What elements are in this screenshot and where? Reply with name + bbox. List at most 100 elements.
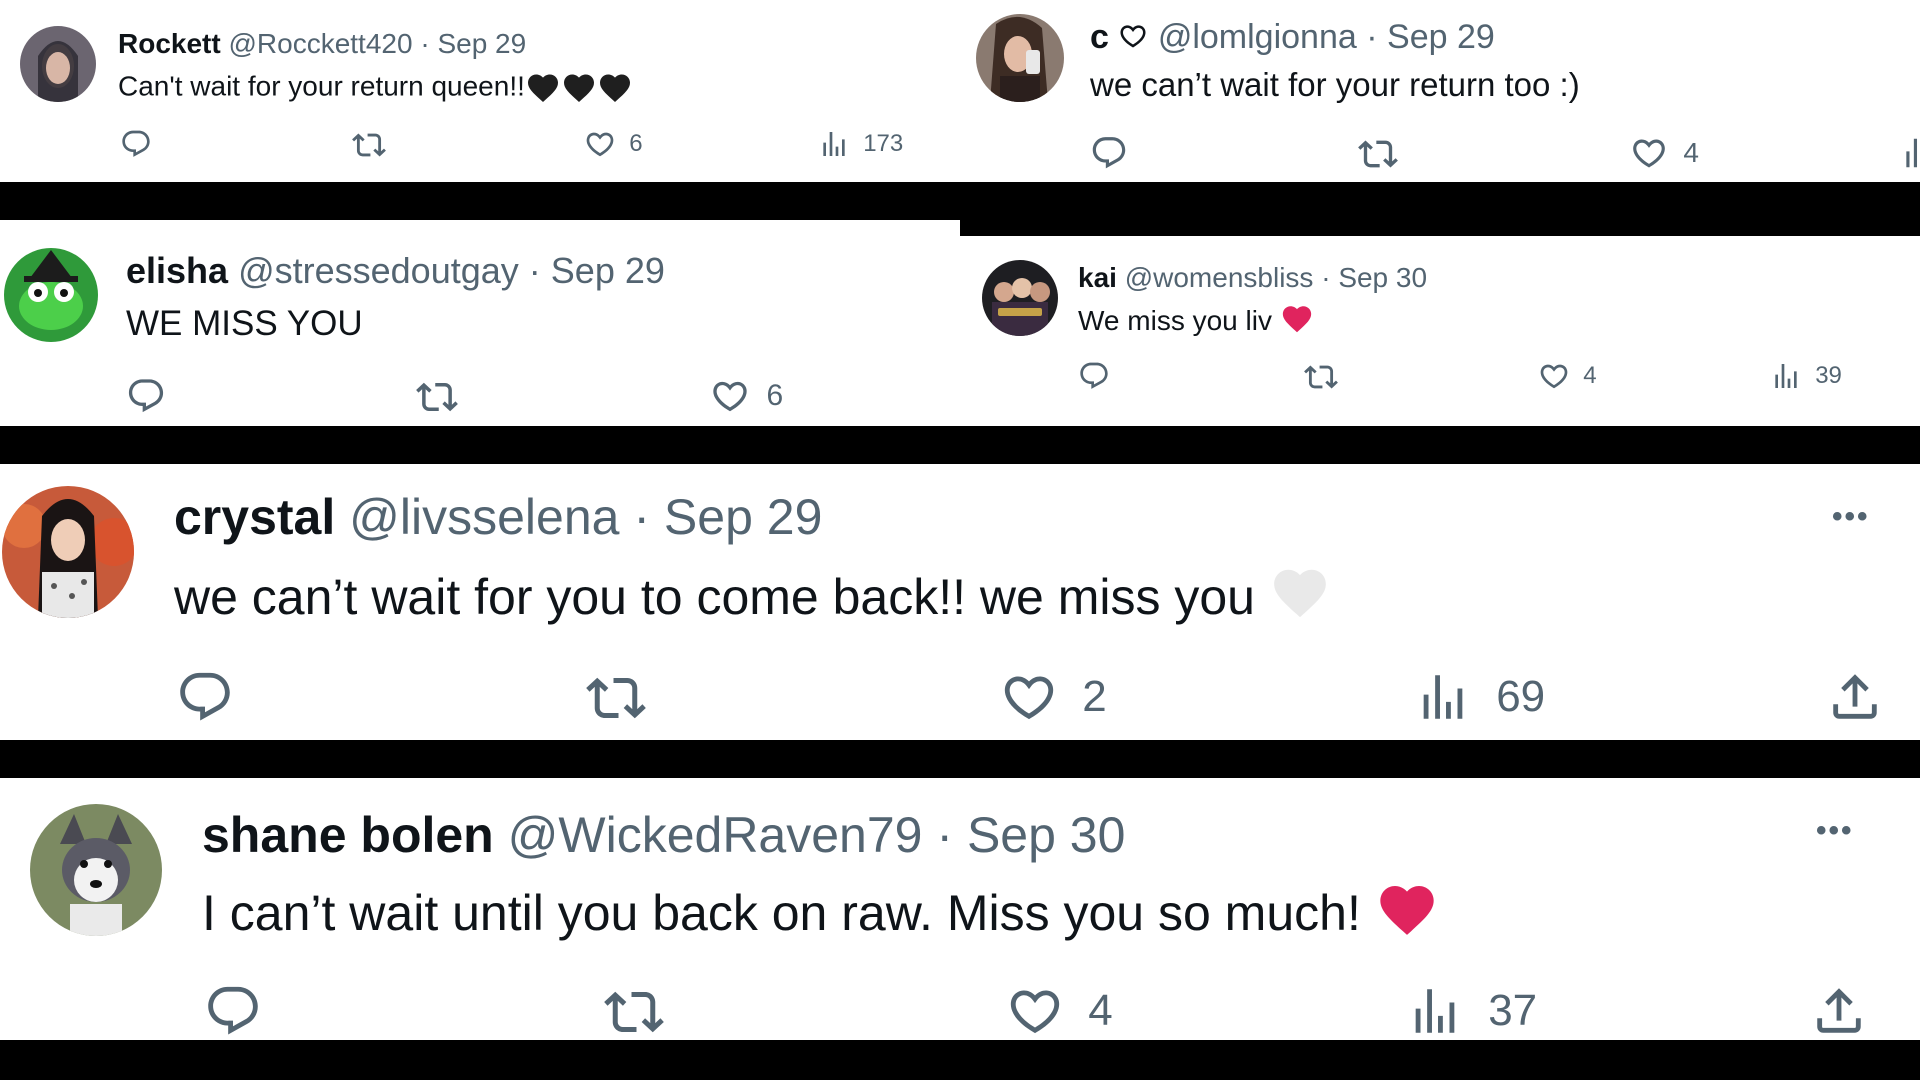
avatar[interactable]	[20, 26, 96, 102]
tweet-card[interactable]: shane bolen @WickedRaven79 · Sep 30 ••• …	[0, 778, 1920, 1040]
black-heart-icon	[561, 70, 597, 106]
retweet-icon	[352, 128, 386, 162]
retweet-button[interactable]	[352, 128, 386, 162]
views-button[interactable]	[1900, 134, 1920, 172]
user-handle[interactable]: @livsselena	[349, 489, 619, 545]
avatar[interactable]	[982, 260, 1058, 336]
like-button[interactable]: 6	[584, 128, 643, 160]
like-button[interactable]: 6	[710, 376, 783, 416]
tweet-text-content: Can't wait for your return queen!!	[118, 70, 525, 102]
view-count: 39	[1815, 362, 1842, 389]
share-button[interactable]	[1826, 668, 1884, 726]
heart-outline-icon	[1630, 134, 1668, 172]
views-button[interactable]: 39	[1770, 360, 1842, 392]
views-chart-icon	[1900, 134, 1920, 172]
reply-icon	[204, 982, 262, 1040]
avatar[interactable]	[30, 804, 162, 936]
like-count: 4	[1683, 137, 1699, 168]
reply-button[interactable]	[204, 982, 262, 1040]
user-handle[interactable]: @womensbliss	[1125, 262, 1314, 293]
display-name[interactable]: shane bolen	[202, 807, 494, 863]
reply-icon	[1078, 360, 1110, 392]
tweet-header: crystal @livsselena · Sep 29	[174, 488, 822, 546]
separator-dot: ·	[420, 28, 430, 59]
reply-icon	[126, 376, 166, 416]
tweet-card[interactable]: Rockett @Rocckett420 · Sep 29 Can't wait…	[0, 0, 960, 182]
tweet-date[interactable]: Sep 30	[1338, 262, 1427, 293]
user-handle[interactable]: @stressedoutgay	[238, 250, 519, 291]
like-button[interactable]: 4	[1006, 982, 1113, 1040]
share-button[interactable]	[1810, 982, 1868, 1040]
separator-dot: ·	[1321, 262, 1331, 293]
retweet-icon	[1358, 134, 1398, 174]
tweet-header: shane bolen @WickedRaven79 · Sep 30	[202, 806, 1125, 864]
tweet-text: I can’t wait until you back on raw. Miss…	[202, 878, 1439, 942]
heart-outline-icon	[1118, 21, 1148, 51]
black-heart-icon	[597, 70, 633, 106]
tweet-card[interactable]: c @lomlgionna · Sep 29 we can’t wait for…	[960, 0, 1920, 182]
like-button[interactable]: 4	[1630, 134, 1699, 172]
red-heart-icon	[1375, 878, 1439, 942]
retweet-button[interactable]	[586, 668, 646, 728]
like-button[interactable]: 2	[1000, 668, 1107, 726]
separator-dot: ·	[1366, 18, 1378, 56]
tweet-text: WE MISS YOU	[126, 304, 363, 343]
like-count: 6	[629, 130, 643, 157]
reply-button[interactable]	[1090, 134, 1128, 172]
tweet-card[interactable]: elisha @stressedoutgay · Sep 29 WE MISS …	[0, 220, 960, 426]
tweet-card[interactable]: kai @womensbliss · Sep 30 We miss you li…	[960, 236, 1920, 426]
more-options-button[interactable]: •••	[1832, 500, 1870, 534]
separator-dot: ·	[936, 807, 954, 863]
heart-outline-icon	[1538, 360, 1570, 392]
reply-button[interactable]	[176, 668, 234, 726]
tweet-header: elisha @stressedoutgay · Sep 29	[126, 250, 665, 292]
separator-dot: ·	[528, 250, 541, 291]
views-button[interactable]: 69	[1414, 668, 1545, 726]
like-button[interactable]: 4	[1538, 360, 1597, 392]
share-icon	[1810, 982, 1868, 1040]
retweet-button[interactable]	[416, 376, 458, 418]
heart-outline-icon	[1000, 668, 1058, 726]
black-heart-icon	[525, 70, 561, 106]
display-name[interactable]: kai	[1078, 262, 1117, 293]
reply-icon	[176, 668, 234, 726]
views-chart-icon	[1406, 982, 1464, 1040]
separator-dot: ·	[633, 489, 651, 545]
avatar[interactable]	[4, 248, 98, 342]
tweet-text: we can’t wait for you to come back!! we …	[174, 562, 1331, 626]
tweet-text-content: I can’t wait until you back on raw. Miss…	[202, 885, 1361, 941]
display-name[interactable]: elisha	[126, 250, 228, 291]
user-handle[interactable]: @lomlgionna	[1158, 18, 1357, 56]
retweet-icon	[416, 376, 458, 418]
tweet-card[interactable]: crystal @livsselena · Sep 29 ••• we can’…	[0, 464, 1920, 740]
like-count: 6	[766, 379, 784, 412]
display-name[interactable]: crystal	[174, 489, 335, 545]
retweet-button[interactable]	[604, 982, 664, 1040]
retweet-button[interactable]	[1358, 134, 1398, 174]
tweet-date[interactable]: Sep 29	[551, 250, 665, 291]
heart-outline-icon	[584, 128, 616, 160]
reply-button[interactable]	[126, 376, 166, 416]
reply-button[interactable]	[120, 128, 152, 160]
views-button[interactable]: 173	[818, 128, 903, 160]
user-handle[interactable]: @WickedRaven79	[508, 807, 923, 863]
like-count: 4	[1088, 986, 1113, 1035]
tweet-header: kai @womensbliss · Sep 30	[1078, 262, 1427, 294]
display-name[interactable]: c	[1090, 18, 1148, 56]
tweet-text-content: we can’t wait for you to come back!! we …	[174, 569, 1255, 625]
user-handle[interactable]: @Rocckett420	[228, 28, 412, 59]
views-chart-icon	[818, 128, 850, 160]
display-name[interactable]: Rockett	[118, 28, 221, 59]
tweet-date[interactable]: Sep 30	[967, 807, 1125, 863]
reply-button[interactable]	[1078, 360, 1110, 392]
tweet-date[interactable]: Sep 29	[1387, 18, 1495, 56]
tweet-date[interactable]: Sep 29	[664, 489, 822, 545]
retweet-button[interactable]	[1304, 360, 1338, 394]
tweet-header: c @lomlgionna · Sep 29	[1090, 18, 1495, 57]
avatar[interactable]	[976, 14, 1064, 102]
avatar[interactable]	[2, 486, 134, 618]
heart-outline-icon	[1006, 982, 1064, 1040]
tweet-date[interactable]: Sep 29	[437, 28, 526, 59]
more-options-button[interactable]: •••	[1816, 814, 1854, 848]
views-button[interactable]: 37	[1406, 982, 1537, 1040]
